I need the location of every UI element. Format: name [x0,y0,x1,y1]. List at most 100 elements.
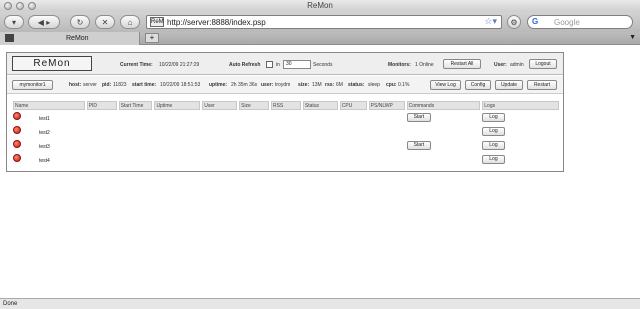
header-bar: ReMon Current Time: 10/22/09 21:27:29 Au… [7,53,563,75]
column-header[interactable]: Uptime [154,101,201,110]
rss-value: 6M [336,82,343,88]
address-bar[interactable]: ReM http://server:8888/index.psp ☆▾ [146,15,502,29]
browser-toolbar: ▾ ◀ ▸ ↻ ✕ ⌂ ReM http://server:8888/index… [0,12,640,32]
column-header[interactable]: PID [86,101,117,110]
tab-list-icon[interactable]: ▼ [629,34,636,41]
refresh-seconds-input[interactable]: 30 [283,60,311,69]
home-icon: ⌂ [127,17,133,27]
pid-label: pid: [102,82,112,88]
site-icon: ReM [150,17,164,27]
page-content: ReMon Current Time: 10/22/09 21:27:29 Au… [0,46,640,298]
process-name: test4 [39,157,50,164]
column-header[interactable]: RSS [270,101,301,110]
new-tab-button[interactable]: + [145,33,159,43]
table-row: test4 Log [13,152,559,166]
pid-value: 11823 [113,82,127,88]
tab-remon[interactable]: ReMon [0,32,140,45]
reload-icon: ↻ [76,17,84,27]
proc-user-value: troydm [275,82,291,88]
column-header[interactable]: Status [302,101,338,110]
table-row: test2 Log [13,124,559,138]
remon-logo: ReMon [12,56,92,71]
table-header-row: Name PID Start Time Uptime User Size RSS… [13,101,559,110]
user-label: User: [494,62,507,68]
stop-button[interactable]: ✕ [95,15,115,29]
start-time-label: start time: [132,82,157,88]
process-table: Name PID Start Time Uptime User Size RSS… [11,101,561,166]
process-name: test3 [39,143,50,150]
menu-icon: ▾ [11,17,16,27]
status-stopped-icon [13,112,21,120]
tab-label: ReMon [66,35,89,42]
table-row: test1 Start Log [13,110,559,124]
host-label: host: [69,82,82,88]
title-bar: ReMon [0,0,640,12]
auto-refresh-label: Auto Refresh [229,62,261,68]
process-name: test2 [39,129,50,136]
status-stopped-icon [13,154,21,162]
log-button[interactable]: Log [482,140,505,150]
settings-gear-button[interactable]: ⚙ [507,15,521,29]
gear-icon: ⚙ [510,17,518,27]
uptime-value: 2h 35m 36s [231,82,258,88]
rss-label: rss: [325,82,335,88]
column-header[interactable]: Logs [482,101,559,110]
status-label: status: [348,82,365,88]
search-placeholder: Google [554,17,580,27]
table-row: test3 Start Log [13,138,559,152]
window-title: ReMon [307,1,333,10]
bookmark-star-icon[interactable]: ☆▾ [484,16,497,27]
status-stopped-icon [13,126,21,134]
status-text: Done [3,301,18,307]
cpu-value: 0.1% [398,82,410,88]
menu-button[interactable]: ▾ [4,15,24,29]
monitors-label: Monitors: [388,62,411,68]
reload-button[interactable]: ↻ [70,15,90,29]
size-label: size: [298,82,310,88]
cpu-label: cpu: [386,82,397,88]
google-icon: G [532,17,539,26]
log-button[interactable]: Log [482,154,505,164]
current-time-label: Current Time: [120,62,153,68]
log-button[interactable]: Log [482,112,505,122]
logout-button[interactable]: Logout [529,59,557,69]
address-text: http://server:8888/index.psp [167,17,266,27]
column-header[interactable]: User [202,101,238,110]
column-header[interactable]: Name [13,101,85,110]
view-log-button[interactable]: View Log [430,80,461,90]
status-value: sleep [368,82,380,88]
seconds-label: Seconds [313,62,333,68]
config-button[interactable]: Config [465,80,491,90]
column-header[interactable]: CPU [339,101,367,110]
current-time-value: 10/22/09 21:27:29 [159,62,200,68]
status-stopped-icon [13,140,21,148]
update-button[interactable]: Update [495,80,523,90]
column-header[interactable]: Size [239,101,269,110]
back-forward-button[interactable]: ◀ ▸ [28,15,60,29]
search-field[interactable]: G Google [527,15,633,29]
stop-icon: ✕ [101,17,109,27]
column-header[interactable]: PS/NLWP [368,101,405,110]
uptime-label: uptime: [209,82,228,88]
restart-all-button[interactable]: Restart All [443,59,481,69]
in-label: in [276,62,280,68]
column-header[interactable]: Start Time [118,101,153,110]
column-header[interactable]: Commands [406,101,481,110]
monitors-value: 1 Online [415,62,434,68]
monitor-name-button[interactable]: mymonitor1 [12,80,53,90]
restart-button[interactable]: Restart [527,80,557,90]
auto-refresh-checkbox[interactable] [266,61,273,68]
forward-icon: ▸ [46,17,51,27]
start-button[interactable]: Start [406,112,432,122]
size-value: 13M [312,82,322,88]
browser-window: ReMon ▾ ◀ ▸ ↻ ✕ ⌂ ReM http://server:8888… [0,0,640,309]
process-name: test1 [39,115,50,122]
monitor-row: mymonitor1 host: server pid: 11823 start… [7,76,563,94]
log-button[interactable]: Log [482,126,505,136]
status-bar: Done [0,298,640,309]
back-icon: ◀ [37,17,44,27]
tab-bar: ReMon + ▼ [0,32,640,45]
home-button[interactable]: ⌂ [120,15,140,29]
start-button[interactable]: Start [406,140,432,150]
remon-panel: ReMon Current Time: 10/22/09 21:27:29 Au… [6,52,564,172]
